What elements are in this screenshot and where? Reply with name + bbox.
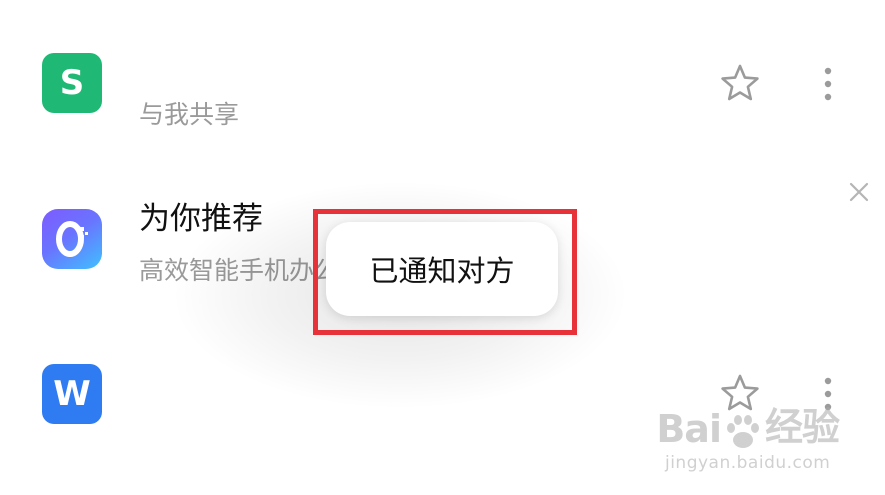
toast-notification: 已通知对方 [326,222,558,316]
wps-writer-app-icon: W [42,364,102,424]
watermark-url: jingyan.baidu.com [664,453,831,473]
paw-logo-icon [726,415,759,448]
toast-message: 已通知对方 [369,254,515,288]
baidu-jingyan-watermark: Bai 经验 jingyan.baidu.com [656,396,840,473]
close-icon[interactable] [848,181,870,203]
watermark-brand-left: Bai [656,407,722,451]
wps-sheet-app-icon: S [42,53,102,113]
watermark-brand-right: 经验 [764,405,840,449]
star-icon[interactable] [720,63,760,103]
recommended-app-icon [42,209,102,269]
recommendation-title: 为你推荐 [139,201,263,237]
more-vertical-icon[interactable] [821,66,835,102]
file-row-1-subtitle: 与我共享 [139,100,240,129]
app-logo-icon [56,221,88,257]
